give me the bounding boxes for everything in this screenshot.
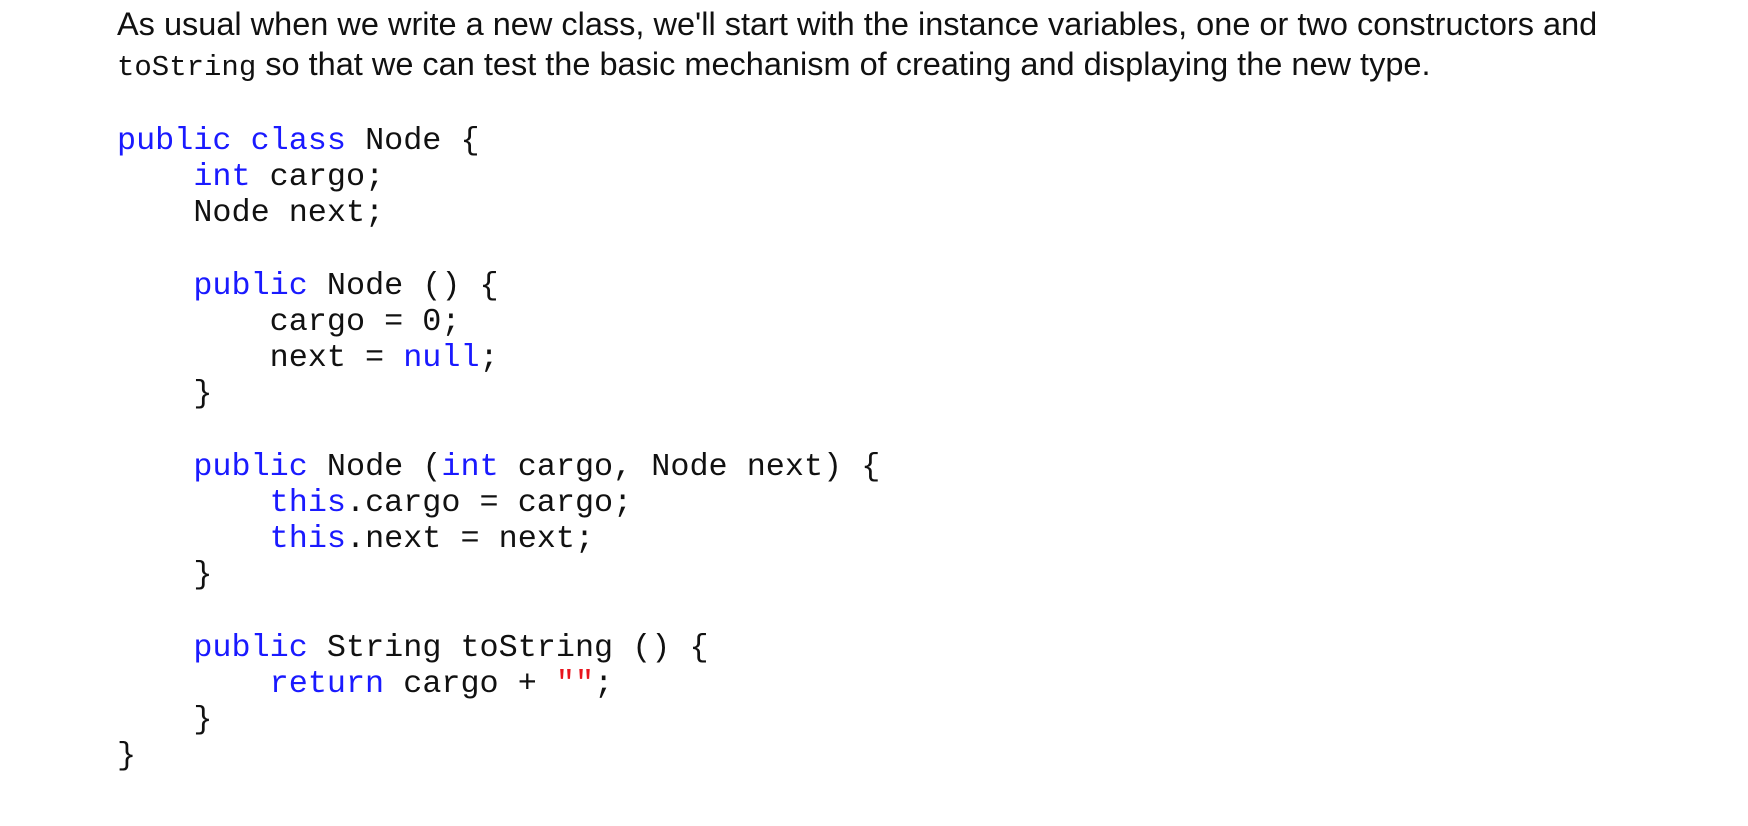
code-text: Node { <box>345 123 480 159</box>
code-line: cargo = 0; <box>117 304 1677 340</box>
code-line: public class Node { <box>117 123 1677 159</box>
intro-paragraph: As usual when we write a new class, we'l… <box>117 4 1677 88</box>
code-text: } <box>117 557 213 594</box>
code-text: Node ( <box>307 448 442 485</box>
code-text: } <box>117 738 137 775</box>
code-text: cargo, Node next) { <box>498 448 881 485</box>
code-block: public class Node { int cargo; Node next… <box>117 123 1677 774</box>
code-keyword: public <box>193 267 308 304</box>
code-line: return cargo + ""; <box>117 666 1677 702</box>
code-text: ; <box>594 665 614 702</box>
code-text: Node () { <box>307 267 499 304</box>
code-text: } <box>117 376 213 413</box>
code-keyword: this <box>269 484 346 521</box>
code-line: } <box>117 702 1677 738</box>
code-line: public Node () { <box>117 268 1677 304</box>
code-keyword: int <box>441 448 499 485</box>
code-line: public String toString () { <box>117 630 1677 666</box>
code-keyword: public class <box>117 123 346 159</box>
code-text: .cargo = cargo; <box>345 484 633 521</box>
inline-code-tostring: toString <box>117 51 257 84</box>
code-text: next = <box>117 340 404 377</box>
code-keyword: int <box>193 159 251 196</box>
code-text: String toString () { <box>307 629 709 666</box>
code-text: .next = next; <box>345 521 595 558</box>
code-line: this.next = next; <box>117 521 1677 557</box>
code-line: Node next; <box>117 195 1677 231</box>
intro-text-after: so that we can test the basic mechanism … <box>256 46 1431 82</box>
code-keyword: return <box>269 665 385 702</box>
code-text: } <box>117 702 213 738</box>
code-line: } <box>117 557 1677 593</box>
code-string: "" <box>555 665 595 702</box>
code-line: } <box>117 376 1677 412</box>
code-text: cargo; <box>250 159 385 196</box>
code-keyword: this <box>269 521 346 558</box>
code-line: } <box>117 738 1677 774</box>
code-line: int cargo; <box>117 159 1677 195</box>
code-line: this.cargo = cargo; <box>117 485 1677 521</box>
intro-text-before: As usual when we write a new class, we'l… <box>117 6 1598 42</box>
code-text: ; <box>479 340 499 377</box>
code-keyword: public <box>193 448 308 485</box>
code-text: cargo + <box>384 665 556 702</box>
code-text: Node next; <box>117 195 385 232</box>
code-line: public Node (int cargo, Node next) { <box>117 449 1677 485</box>
code-keyword: null <box>403 340 480 377</box>
code-text: cargo = 0; <box>117 303 461 340</box>
code-keyword: public <box>193 629 308 666</box>
document-page: As usual when we write a new class, we'l… <box>117 4 1677 774</box>
code-line: next = null; <box>117 340 1677 376</box>
